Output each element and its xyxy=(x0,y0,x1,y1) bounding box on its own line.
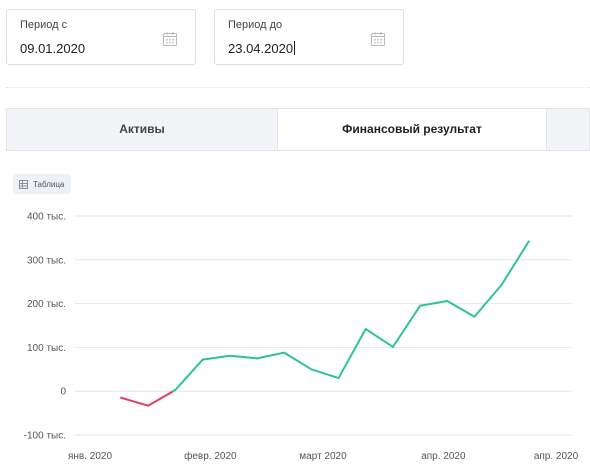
calendar-icon[interactable] xyxy=(162,31,178,47)
series-segment xyxy=(228,354,258,360)
y-tick-label: 100 тыс. xyxy=(27,343,66,354)
x-tick-label: апр. 2020 xyxy=(421,451,466,462)
chart-grid xyxy=(75,215,572,436)
text-cursor xyxy=(294,41,296,55)
x-tick-label: апр. 2020 xyxy=(534,451,579,462)
x-tick-label: февр. 2020 xyxy=(184,450,237,462)
y-tick-label: 200 тыс. xyxy=(27,299,66,310)
financial-result-chart: 400 тыс. 300 тыс. 200 тыс. 100 тыс. 0 -100 ты… xyxy=(24,212,579,463)
series-segment xyxy=(201,354,231,361)
y-tick-label: 400 тыс. xyxy=(27,212,66,223)
series-segment xyxy=(174,358,204,391)
period-from-field[interactable]: Период с 09.01.2020 xyxy=(6,9,196,65)
y-tick-label: -100 тыс. xyxy=(24,431,66,442)
table-view-label: Таблица xyxy=(33,179,65,189)
x-tick-label: янв. 2020 xyxy=(68,451,112,462)
table-view-button[interactable]: Таблица xyxy=(13,174,72,194)
period-to-label: Период до xyxy=(228,19,283,31)
series-segment xyxy=(500,240,530,286)
x-axis-ticks: янв. 2020 февр. 2020 март 2020 апр. 2020 апр… xyxy=(68,450,579,462)
series-segment xyxy=(310,368,340,380)
y-tick-label: 300 тыс. xyxy=(27,255,66,266)
section-divider xyxy=(6,87,590,88)
series-segment xyxy=(364,328,394,348)
period-to-field[interactable]: Период до 23.04.2020 xyxy=(214,9,404,65)
series-segment xyxy=(120,396,150,407)
series-segment xyxy=(473,283,503,318)
series-segment xyxy=(337,328,367,380)
x-tick-label: март 2020 xyxy=(299,451,347,462)
series-segment xyxy=(147,390,175,407)
period-from-label: Период с xyxy=(20,19,68,31)
tab-bar: Активы Финансовый результат xyxy=(6,108,590,151)
calendar-icon[interactable] xyxy=(370,31,386,47)
series-segment xyxy=(255,351,286,360)
series-segment xyxy=(391,304,422,348)
result-series xyxy=(120,240,530,407)
y-tick-label: 0 xyxy=(60,387,66,398)
tab-financial-result[interactable]: Финансовый результат xyxy=(277,109,547,150)
table-icon xyxy=(19,179,28,189)
tab-assets[interactable]: Активы xyxy=(7,109,277,150)
period-to-value[interactable]: 23.04.2020 xyxy=(228,41,296,56)
series-segment xyxy=(283,351,313,371)
y-axis-ticks: 400 тыс. 300 тыс. 200 тыс. 100 тыс. 0 -100 ты… xyxy=(24,212,67,442)
period-from-value[interactable]: 09.01.2020 xyxy=(20,41,85,56)
